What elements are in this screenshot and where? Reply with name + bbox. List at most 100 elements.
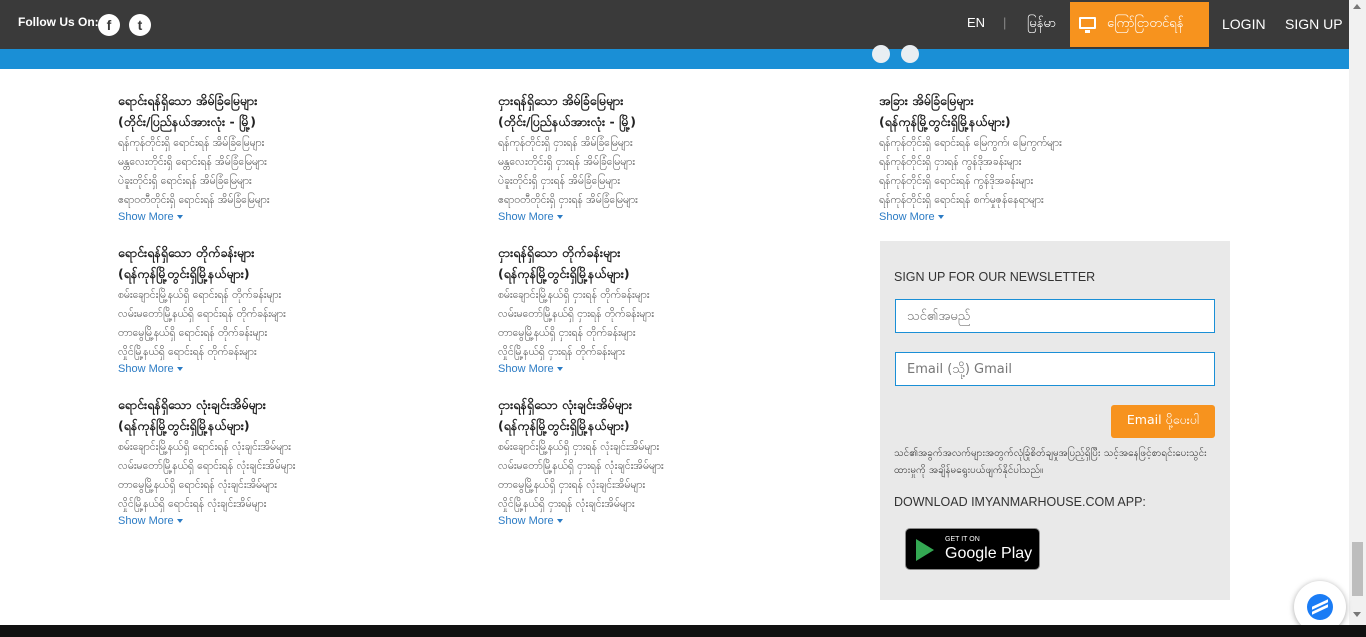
- download-app-label: DOWNLOAD IMYANMARHOUSE.COM APP:: [894, 495, 1146, 509]
- link-group: ရောင်းရန်ရှိသော တိုက်ခန်းများ (ရန်ကုန်မြိ…: [118, 242, 448, 376]
- list-item-link[interactable]: စမ်းချောင်းမြို့နယ်ရှိ ရောင်းရန် လုံးချင…: [118, 438, 448, 457]
- group-heading: ငှားရန်ရှိသော တိုက်ခန်းများ: [498, 245, 621, 260]
- google-play-badge[interactable]: GET IT ON Google Play: [905, 528, 1040, 570]
- page-scrollbar[interactable]: [1349, 0, 1366, 625]
- show-more-label: Show More: [498, 211, 554, 223]
- play-store-icon: [916, 539, 934, 561]
- list-item-link[interactable]: ရန်ကုန်တိုင်းရှိ ရောင်းရန် စက်မှုဇုန်နေရ…: [879, 191, 1209, 210]
- group-heading: ရောင်းရန်ရှိသော လုံးချင်းအိမ်များ: [118, 397, 266, 412]
- group-subheading: (ရန်ကုန်မြို့တွင်းရှိမြို့နယ်များ): [118, 418, 250, 433]
- top-bar: Follow Us On: f t EN | မြန်မာ ကြော်ငြာတင…: [0, 0, 1349, 49]
- list-item-link[interactable]: မန္တလေးတိုင်းရှိ ငှားရန် အိမ်ခြံမြေများ: [498, 153, 828, 172]
- list-item-link[interactable]: ပဲခူးတိုင်းရှိ ငှားရန် အိမ်ခြံမြေများ: [498, 172, 828, 191]
- scroll-down-icon[interactable]: [1353, 612, 1361, 617]
- list-item-link[interactable]: ရန်ကုန်တိုင်းရှိ ငှားရန် ကွန်ဒိုအခန်းမျာ…: [879, 153, 1209, 172]
- group-heading: အခြား အိမ်ခြံမြေများ: [879, 93, 974, 108]
- signup-link[interactable]: SIGN UP: [1285, 16, 1343, 32]
- group-subheading: (ရန်ကုန်မြို့တွင်းရှိမြို့နယ်များ): [118, 266, 250, 281]
- list-item-link[interactable]: ဧရာဝတီတိုင်းရှိ ငှားရန် အိမ်ခြံမြေများ: [498, 191, 828, 210]
- list-item-link[interactable]: ပဲခူးတိုင်းရှိ ရောင်းရန် အိမ်ခြံမြေများ: [118, 172, 448, 191]
- list-item-link[interactable]: ဧရာဝတီတိုင်းရှိ ရောင်းရန် အိမ်ခြံမြေများ: [118, 191, 448, 210]
- show-more-link[interactable]: Show More: [118, 514, 448, 528]
- list-item-link[interactable]: လှိုင်မြို့နယ်ရှိ ရောင်းရန် တိုက်ခန်းမျာ…: [118, 343, 448, 362]
- facebook-icon[interactable]: f: [98, 14, 120, 36]
- list-item-link[interactable]: လှိုင်မြို့နယ်ရှိ ငှားရန် တိုက်ခန်းများ: [498, 343, 828, 362]
- show-more-link[interactable]: Show More: [498, 210, 828, 224]
- blue-banner: [0, 45, 1349, 69]
- list-item-link[interactable]: ရန်ကုန်တိုင်းရှိ ငှားရန် အိမ်ခြံမြေများ: [498, 134, 828, 153]
- caret-down-icon: [176, 367, 183, 372]
- show-more-link[interactable]: Show More: [118, 362, 448, 376]
- list-item-link[interactable]: ရန်ကုန်တိုင်းရှိ ရောင်းရန် မြေကွက်၊ မြေက…: [879, 134, 1209, 153]
- newsletter-description: သင်၏အခွက်အလက်များအတွက်လုံခြုံစိတ်ချမှုအပ…: [894, 448, 1207, 476]
- scroll-thumb[interactable]: [1352, 542, 1363, 596]
- newsletter-panel: SIGN UP FOR OUR NEWSLETTER Email ပို့ပေး…: [880, 241, 1230, 600]
- list-item-link[interactable]: လှိုင်မြို့နယ်ရှိ ရောင်းရန် လုံးချင်းအိမ…: [118, 495, 448, 514]
- email-input[interactable]: [895, 352, 1215, 386]
- group-heading: ငှားရန်ရှိသော လုံးချင်းအိမ်များ: [498, 397, 633, 412]
- link-group: အခြား အိမ်ခြံမြေများ (ရန်ကုန်မြို့တွင်းရှ…: [879, 90, 1209, 224]
- caret-down-icon: [176, 215, 183, 220]
- group-subheading: (ရန်ကုန်မြို့တွင်းရှိမြို့နယ်များ): [498, 266, 630, 281]
- list-item-link[interactable]: လမ်းမတော်မြို့နယ်ရှိ ရောင်းရန် တိုက်ခန်း…: [118, 305, 448, 324]
- list-item-link[interactable]: ရန်ကုန်တိုင်းရှိ ရောင်းရန် ကွန်ဒိုအခန်းမ…: [879, 172, 1209, 191]
- list-item-link[interactable]: စမ်းချောင်းမြို့နယ်ရှိ ရောင်းရန် တိုက်ခန…: [118, 286, 448, 305]
- group-heading: ငှားရန်ရှိသော အိမ်ခြံမြေများ: [498, 93, 624, 108]
- list-item-link[interactable]: တာမွေမြို့နယ်ရှိ ရောင်းရန် တိုက်ခန်းများ: [118, 324, 448, 343]
- link-group: ငှားရန်ရှိသော လုံးချင်းအိမ်များ (ရန်ကုန်မ…: [498, 394, 828, 528]
- list-item-link[interactable]: တာမွေမြို့နယ်ရှိ ငှားရန် လုံးချင်းအိမ်မျ…: [498, 476, 828, 495]
- follow-us-label: Follow Us On:: [18, 15, 99, 29]
- link-group: ငှားရန်ရှိသော တိုက်ခန်းများ (ရန်ကုန်မြို့…: [498, 242, 828, 376]
- caret-down-icon: [937, 215, 944, 220]
- post-ad-label: ကြော်ငြာတင်ရန်: [1107, 16, 1184, 31]
- link-group: ရောင်းရန်ရှိသော အိမ်ခြံမြေများ (တိုင်း/ပြ…: [118, 90, 448, 224]
- login-link[interactable]: LOGIN: [1222, 16, 1266, 32]
- show-more-link[interactable]: Show More: [498, 514, 828, 528]
- caret-down-icon: [556, 519, 563, 524]
- show-more-label: Show More: [498, 515, 554, 527]
- list-item-link[interactable]: တာမွေမြို့နယ်ရှိ ရောင်းရန် လုံးချင်းအိမ်…: [118, 476, 448, 495]
- link-group: ငှားရန်ရှိသော အိမ်ခြံမြေများ (တိုင်း/ပြည်…: [498, 90, 828, 224]
- footer-bar: [0, 625, 1366, 637]
- monitor-icon: [1079, 17, 1096, 33]
- lang-myanmar-link[interactable]: မြန်မာ: [1027, 15, 1056, 34]
- group-subheading: (ရန်ကုန်မြို့တွင်းရှိမြို့နယ်များ): [879, 114, 1011, 129]
- list-item-link[interactable]: လှိုင်မြို့နယ်ရှိ ငှားရန် လုံးချင်းအိမ်မ…: [498, 495, 828, 514]
- group-heading: ရောင်းရန်ရှိသော အိမ်ခြံမြေများ: [118, 93, 258, 108]
- show-more-link[interactable]: Show More: [118, 210, 448, 224]
- banner-dot-icon: [901, 45, 919, 63]
- show-more-link[interactable]: Show More: [498, 362, 828, 376]
- scroll-up-icon[interactable]: [1353, 4, 1361, 9]
- show-more-label: Show More: [118, 515, 174, 527]
- list-item-link[interactable]: လမ်းမတော်မြို့နယ်ရှိ ရောင်းရန် လုံးချင်း…: [118, 457, 448, 476]
- show-more-link[interactable]: Show More: [879, 210, 1209, 224]
- post-ad-button[interactable]: ကြော်ငြာတင်ရန်: [1070, 2, 1209, 47]
- list-item-link[interactable]: လမ်းမတော်မြို့နယ်ရှိ ငှားရန် တိုက်ခန်းမျ…: [498, 305, 828, 324]
- group-subheading: (တိုင်း/ပြည်နယ်အားလုံး - မြို့): [498, 114, 636, 129]
- twitter-icon[interactable]: t: [129, 14, 151, 36]
- list-item-link[interactable]: စမ်းချောင်းမြို့နယ်ရှိ ငှားရန် လုံးချင်း…: [498, 438, 828, 457]
- group-subheading: (ရန်ကုန်မြို့တွင်းရှိမြို့နယ်များ): [498, 418, 630, 433]
- list-item-link[interactable]: ရန်ကုန်တိုင်းရှိ ရောင်းရန် အိမ်ခြံမြေမျာ…: [118, 134, 448, 153]
- gp-big-text: Google Play: [945, 545, 1033, 562]
- send-email-button[interactable]: Email ပို့ပေးပါ: [1111, 405, 1215, 438]
- show-more-label: Show More: [879, 211, 935, 223]
- show-more-label: Show More: [118, 363, 174, 375]
- newsletter-title: SIGN UP FOR OUR NEWSLETTER: [894, 270, 1096, 284]
- banner-dot-icon: [872, 45, 890, 63]
- show-more-label: Show More: [498, 363, 554, 375]
- list-item-link[interactable]: စမ်းချောင်းမြို့နယ်ရှိ ငှားရန် တိုက်ခန်း…: [498, 286, 828, 305]
- list-item-link[interactable]: တာမွေမြို့နယ်ရှိ ငှားရန် တိုက်ခန်းများ: [498, 324, 828, 343]
- list-item-link[interactable]: လမ်းမတော်မြို့နယ်ရှိ ငှားရန် လုံးချင်းအိ…: [498, 457, 828, 476]
- caret-down-icon: [176, 519, 183, 524]
- show-more-label: Show More: [118, 211, 174, 223]
- lang-separator: |: [1003, 15, 1007, 30]
- caret-down-icon: [556, 215, 563, 220]
- link-group: ရောင်းရန်ရှိသော လုံးချင်းအိမ်များ (ရန်ကုန…: [118, 394, 448, 528]
- list-item-link[interactable]: မန္တလေးတိုင်းရှိ ရောင်းရန် အိမ်ခြံမြေမျာ…: [118, 153, 448, 172]
- lang-en-link[interactable]: EN: [967, 15, 985, 30]
- group-subheading: (တိုင်း/ပြည်နယ်အားလုံး - မြို့): [118, 114, 256, 129]
- gp-top-text: GET IT ON: [945, 536, 980, 543]
- name-input[interactable]: [895, 299, 1215, 333]
- group-heading: ရောင်းရန်ရှိသော တိုက်ခန်းများ: [118, 245, 255, 260]
